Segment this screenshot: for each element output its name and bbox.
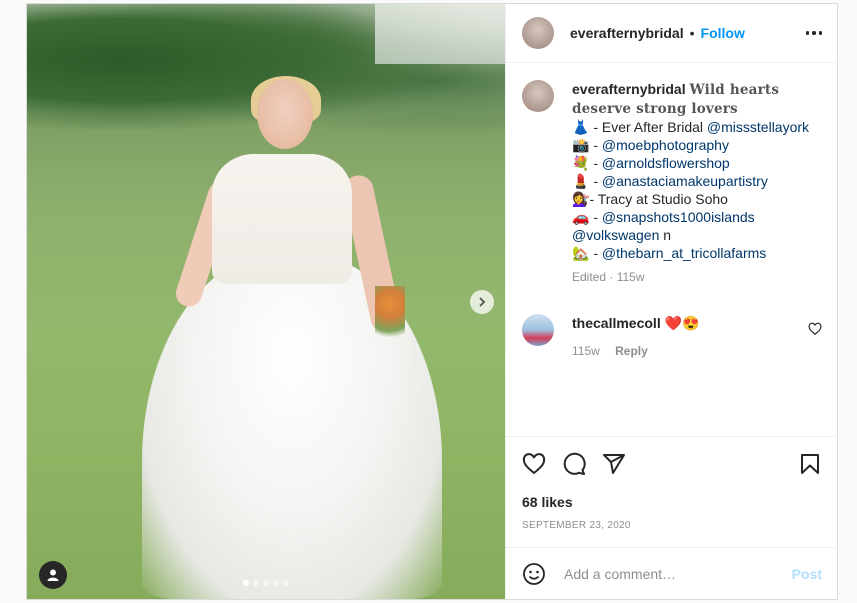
- caption-line-emoji: 🏡: [572, 245, 590, 261]
- post-photo[interactable]: [27, 4, 505, 599]
- caption-line-emoji: 💄: [572, 173, 590, 189]
- share-send-icon[interactable]: [602, 452, 626, 476]
- caption-line-emoji: 👗: [572, 119, 590, 135]
- bookmark-icon[interactable]: [798, 452, 822, 476]
- caption-line-text: - Tracy at Studio Soho: [589, 191, 728, 207]
- comment: thecallmecoll ❤️😍 115w Reply: [522, 314, 822, 360]
- background-sky: [375, 4, 505, 64]
- separator-dot: •: [689, 25, 695, 41]
- commenter-username[interactable]: thecallmecoll: [572, 315, 661, 331]
- comment-age: 115w: [572, 344, 600, 358]
- caption-line: 💄 - @anastaciamakeupartistry: [572, 172, 812, 190]
- carousel-dot: [243, 580, 249, 586]
- caption-line: 💐 - @arnoldsflowershop: [572, 154, 812, 172]
- likes-count[interactable]: 68 likes: [522, 494, 822, 510]
- caption-line-emoji: 📸: [572, 137, 590, 153]
- caption-line-suffix: n: [659, 227, 672, 243]
- caption-line: @volkswagen n: [572, 226, 812, 244]
- header-username[interactable]: everafternybridal: [570, 25, 684, 41]
- caption-username[interactable]: everafternybridal: [572, 81, 686, 97]
- caption-lines: 👗 - Ever After Bridal @missstellayork 📸 -…: [572, 118, 812, 262]
- caption: everafternybridal Wild hearts deserve st…: [522, 80, 822, 286]
- mention-link[interactable]: @anastaciamakeupartistry: [602, 173, 768, 189]
- caption-line: 👗 - Ever After Bridal @missstellayork: [572, 118, 812, 136]
- post-sidebar: everafternybridal • Follow everafternybr…: [505, 4, 838, 599]
- mention-link[interactable]: @arnoldsflowershop: [602, 155, 730, 171]
- post-card: everafternybridal • Follow everafternybr…: [26, 3, 838, 600]
- comment-input[interactable]: [562, 564, 776, 583]
- like-heart-icon[interactable]: [522, 452, 546, 476]
- reply-button[interactable]: Reply: [615, 344, 648, 358]
- post-date[interactable]: SEPTEMBER 23, 2020: [522, 520, 822, 531]
- mention-link[interactable]: @moebphotography: [602, 137, 729, 153]
- next-photo-button[interactable]: [470, 290, 494, 314]
- caption-line-text: -: [589, 155, 602, 171]
- carousel-dot: [263, 580, 269, 586]
- bouquet: [375, 286, 405, 346]
- caption-text: everafternybridal Wild hearts deserve st…: [572, 80, 812, 286]
- add-comment-bar: Post: [506, 547, 838, 599]
- comment-text: thecallmecoll ❤️😍 115w Reply: [572, 314, 812, 360]
- caption-line: 🚗 - @snapshots1000islands: [572, 208, 812, 226]
- mention-link[interactable]: @missstellayork: [707, 119, 809, 135]
- comments-section: everafternybridal Wild hearts deserve st…: [506, 64, 838, 436]
- carousel-dots: [243, 580, 289, 586]
- caption-line-text: -: [589, 173, 602, 189]
- carousel-dot: [283, 580, 289, 586]
- caption-line-text: -: [589, 245, 602, 261]
- caption-avatar[interactable]: [522, 80, 554, 112]
- caption-line-text: - Ever After Bridal: [589, 119, 707, 135]
- caption-line-emoji: 💇‍♀️: [572, 191, 590, 207]
- user-icon: [47, 569, 59, 581]
- carousel-dot: [273, 580, 279, 586]
- caption-line-emoji: 💐: [572, 155, 590, 171]
- caption-line: 📸 - @moebphotography: [572, 136, 812, 154]
- bride-face: [257, 79, 313, 149]
- mention-link[interactable]: @volkswagen: [572, 227, 659, 243]
- comment-bubble-icon[interactable]: [562, 452, 586, 476]
- carousel-dot: [253, 580, 259, 586]
- caption-line-text: -: [589, 137, 602, 153]
- more-options-icon[interactable]: [805, 31, 822, 35]
- caption-meta: Edited · 115w: [572, 270, 645, 284]
- caption-line: 🏡 - @thebarn_at_tricollafarms: [572, 244, 812, 262]
- caption-line-text: -: [589, 209, 602, 225]
- caption-line-emoji: 🚗: [572, 209, 590, 225]
- bride-bodice: [212, 154, 352, 284]
- tagged-users-button[interactable]: [39, 561, 67, 589]
- comment-like-icon[interactable]: [808, 322, 822, 336]
- commenter-avatar[interactable]: [522, 314, 554, 346]
- caption-line: 💇‍♀️- Tracy at Studio Soho: [572, 190, 812, 208]
- chevron-right-icon: [479, 297, 486, 307]
- comment-body: ❤️😍: [660, 315, 700, 331]
- follow-button[interactable]: Follow: [701, 25, 745, 41]
- mention-link[interactable]: @snapshots1000islands: [602, 209, 755, 225]
- avatar[interactable]: [522, 17, 554, 49]
- post-actions: 68 likes SEPTEMBER 23, 2020: [506, 436, 838, 546]
- mention-link[interactable]: @thebarn_at_tricollafarms: [602, 245, 766, 261]
- post-comment-button[interactable]: Post: [792, 566, 822, 582]
- emoji-icon[interactable]: [522, 562, 546, 586]
- post-header: everafternybridal • Follow: [506, 4, 838, 63]
